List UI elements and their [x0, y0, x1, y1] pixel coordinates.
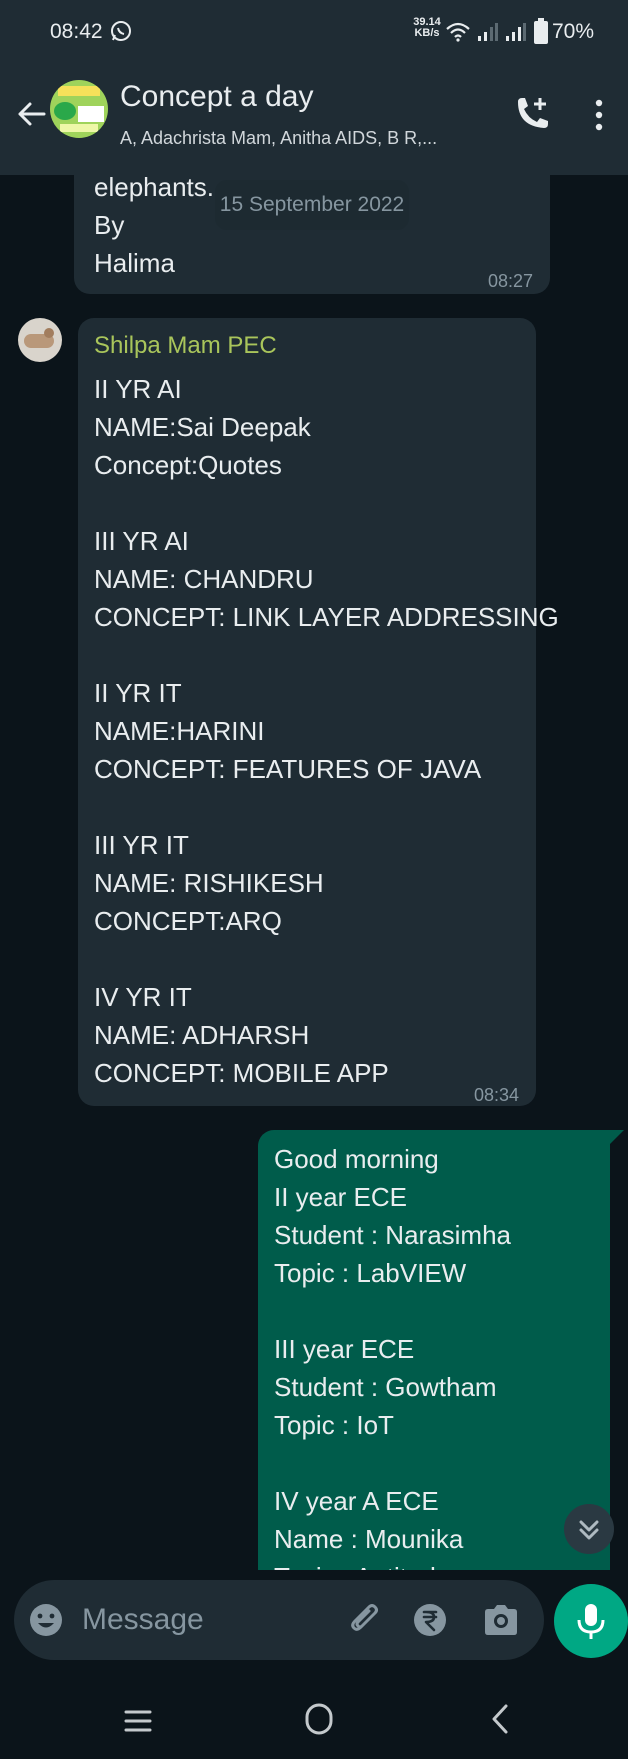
battery-icon [534, 18, 548, 44]
mic-icon [577, 1604, 605, 1639]
rupee-icon[interactable] [412, 1602, 448, 1638]
message-line: NAME:HARINI [94, 716, 265, 746]
paperclip-icon[interactable] [346, 1600, 386, 1640]
message-timestamp: 08:34 [474, 1085, 520, 1105]
composer-bar [0, 1570, 628, 1680]
message-line: NAME:Sai Deepak [94, 412, 311, 442]
status-bar: 08:42 39.14 KB/s 70% [0, 0, 628, 68]
message-line: CONCEPT: LINK LAYER ADDRESSING [94, 602, 559, 632]
message-bubble-outgoing[interactable]: Good morning II year ECE Student : Naras… [258, 1130, 624, 1592]
message-line: NAME: ADHARSH [94, 1020, 310, 1050]
battery-percent: 70% [552, 20, 595, 43]
message-line: II YR AI [94, 374, 182, 404]
message-line [94, 484, 559, 522]
message-line [274, 1444, 511, 1482]
double-chevron-down-icon [579, 1520, 599, 1540]
more-vert-icon[interactable] [584, 98, 614, 132]
message-line: III YR IT [94, 830, 189, 860]
signal-icon [506, 23, 526, 41]
message-sender-name[interactable]: Shilpa Mam PEC [94, 326, 536, 366]
wifi-icon [446, 22, 470, 42]
message-line: IV YR IT [94, 982, 192, 1012]
message-line: Halima [94, 248, 175, 278]
message-line: II year ECE [274, 1182, 407, 1212]
mic-button-circle [554, 1584, 628, 1658]
message-line: IV year A ECE [274, 1486, 439, 1516]
message-line: Student : Gowtham [274, 1372, 497, 1402]
scroll-to-bottom-button[interactable] [564, 1504, 614, 1554]
message-line: CONCEPT: FEATURES OF JAVA [94, 754, 482, 784]
message-line [274, 1292, 511, 1330]
chat-participants[interactable]: A, Adachrista Mam, Anitha AIDS, B R,... [120, 128, 437, 149]
network-speed-unit: KB/s [414, 27, 440, 39]
message-text: Good morning II year ECE Student : Naras… [274, 1140, 511, 1596]
message-line: NAME: CHANDRU [94, 564, 314, 594]
message-line: CONCEPT:ARQ [94, 906, 282, 936]
status-time: 08:42 [50, 20, 103, 43]
voice-message-button[interactable] [554, 1580, 628, 1660]
whatsapp-chat-screen: elephants. By Halima 08:27 15 September … [0, 0, 628, 1759]
date-chip: 15 September 2022 [215, 180, 409, 230]
camera-icon[interactable] [482, 1602, 520, 1638]
sender-avatar[interactable] [18, 318, 62, 362]
message-line: Name : Mounika [274, 1524, 464, 1554]
chat-header: 08:42 39.14 KB/s 70% Concept a day A, Ad… [0, 0, 628, 175]
message-text: II YR AI NAME:Sai Deepak Concept:Quotes … [94, 370, 559, 1092]
whatsapp-notification-icon [111, 21, 131, 41]
message-line: NAME: RISHIKESH [94, 868, 324, 898]
message-line: III YR AI [94, 526, 189, 556]
recent-apps-icon[interactable] [118, 1706, 158, 1736]
message-line: By [94, 210, 125, 240]
network-speed: 39.14 KB/s [412, 17, 442, 39]
message-bubble-incoming[interactable]: Shilpa Mam PEC II YR AI NAME:Sai Deepak … [78, 318, 559, 1106]
message-line: III year ECE [274, 1334, 415, 1364]
message-line: II YR IT [94, 678, 182, 708]
home-icon[interactable] [302, 1702, 336, 1736]
message-line: Topic : IoT [274, 1410, 394, 1440]
message-line [94, 940, 559, 978]
chat-title[interactable]: Concept a day [120, 80, 313, 114]
message-line: Student : Narasimha [274, 1220, 512, 1250]
message-timestamp: 08:27 [488, 271, 534, 291]
bubble-tail [608, 1130, 624, 1146]
message-line: Good morning [274, 1144, 439, 1174]
message-line [94, 788, 559, 826]
message-line: Topic : LabVIEW [274, 1258, 467, 1288]
composer-pill [14, 1580, 544, 1660]
add-call-icon[interactable] [512, 94, 552, 134]
message-line [94, 636, 559, 674]
arrow-left-icon[interactable] [14, 96, 50, 132]
message-input[interactable] [82, 1598, 332, 1642]
system-nav-bar [0, 1680, 628, 1759]
back-nav-icon[interactable] [486, 1702, 516, 1736]
emoji-icon[interactable] [28, 1602, 64, 1638]
signal-icon [478, 23, 498, 41]
group-avatar[interactable] [50, 80, 108, 138]
message-line: Concept:Quotes [94, 450, 282, 480]
